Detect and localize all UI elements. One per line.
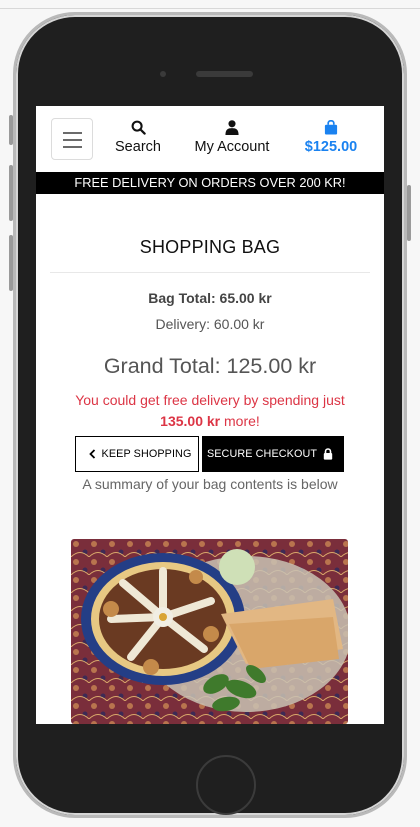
phone-screen: Search My Account $125.00 FREE DELIVERY … — [36, 106, 384, 724]
my-account-link[interactable]: My Account — [186, 120, 278, 155]
shopping-bag-icon — [324, 120, 338, 135]
free-delivery-amount: 135.00 kr — [160, 413, 221, 429]
speaker-grille — [196, 71, 253, 77]
bag-summary-note: A summary of your bag contents is below — [82, 476, 338, 492]
chevron-left-icon — [88, 449, 95, 459]
hamburger-icon-line — [63, 146, 82, 148]
free-delivery-note: You could get free delivery by spending … — [64, 390, 356, 432]
hamburger-icon — [63, 132, 82, 134]
phone-volume-up — [9, 165, 13, 221]
page-title: SHOPPING BAG — [139, 237, 281, 257]
search-label: Search — [115, 139, 161, 155]
product-photo — [71, 539, 348, 724]
hamburger-icon-line — [63, 139, 82, 141]
free-delivery-suffix: more! — [224, 413, 260, 429]
keep-shopping-label: KEEP SHOPPING — [101, 448, 192, 460]
phone-mute-switch — [9, 115, 13, 145]
my-account-label: My Account — [194, 139, 270, 155]
lock-icon — [323, 448, 333, 460]
phone-power-button — [407, 185, 411, 241]
grand-total: Grand Total: 125.00 kr — [103, 354, 317, 378]
product-image[interactable] — [71, 539, 348, 724]
top-nav: Search My Account $125.00 — [36, 106, 384, 172]
free-delivery-banner: FREE DELIVERY ON ORDERS OVER 200 KR! — [36, 172, 384, 194]
menu-toggle-button[interactable] — [51, 118, 93, 160]
free-delivery-prefix: You could get free delivery by spending … — [75, 392, 345, 408]
search-icon — [131, 120, 146, 135]
user-icon — [225, 120, 239, 135]
search-link[interactable]: Search — [110, 120, 166, 155]
title-divider — [50, 272, 370, 273]
delivery-cost: Delivery: 60.00 kr — [155, 316, 265, 332]
shopping-bag-link[interactable]: $125.00 — [296, 120, 366, 155]
keep-shopping-button[interactable]: KEEP SHOPPING — [75, 436, 199, 472]
camera-dot — [160, 71, 166, 77]
phone-volume-down — [9, 235, 13, 291]
secure-checkout-button[interactable]: SECURE CHECKOUT — [202, 436, 344, 472]
secure-checkout-label: SECURE CHECKOUT — [206, 448, 318, 460]
bag-total: Bag Total: 65.00 kr — [148, 290, 272, 306]
home-button — [196, 755, 256, 815]
bag-total-amount: $125.00 — [304, 139, 358, 155]
